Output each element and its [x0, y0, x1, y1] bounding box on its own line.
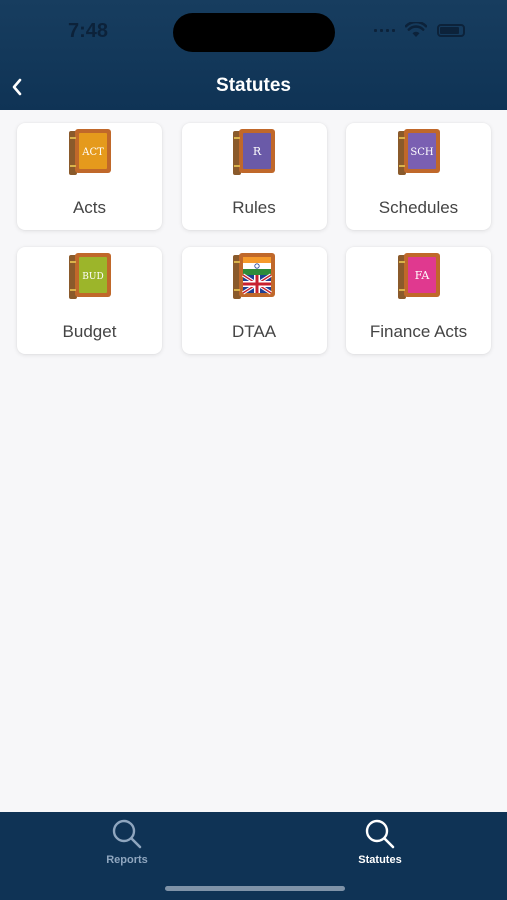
- battery-icon: [437, 23, 465, 37]
- search-icon: [112, 819, 142, 849]
- book-text: BUD: [82, 272, 103, 282]
- tile-label: DTAA: [231, 322, 277, 341]
- tile-rules[interactable]: R Rules: [181, 123, 327, 230]
- book-text: ACT: [81, 147, 104, 158]
- statutes-grid: ACT Acts R Rules SCH Schedules BUD Budge…: [17, 123, 491, 354]
- book-rules-icon: R: [233, 129, 275, 175]
- tile-label: Schedules: [378, 198, 459, 217]
- tab-reports[interactable]: Reports: [82, 818, 172, 870]
- tile-budget[interactable]: BUD Budget: [17, 247, 162, 354]
- cellular-signal-icon: [374, 28, 395, 32]
- status-time: 7:48: [68, 20, 109, 42]
- tile-label: Finance Acts: [369, 322, 468, 341]
- page-title: Statutes: [216, 75, 291, 96]
- bottom-tab-bar: Reports Statutes: [0, 812, 507, 900]
- tile-dtaa[interactable]: DTAA: [181, 247, 327, 354]
- status-icons: [374, 22, 465, 38]
- book-act-icon: ACT: [68, 129, 111, 175]
- tile-label: Budget: [62, 322, 117, 341]
- tile-label: Rules: [232, 198, 276, 217]
- home-indicator[interactable]: [165, 886, 345, 891]
- book-text: SCH: [410, 147, 434, 158]
- tab-label: Reports: [106, 854, 148, 866]
- search-icon: [365, 819, 395, 849]
- tab-label: Statutes: [358, 854, 402, 866]
- app-header: 7:48 Statutes: [0, 0, 507, 110]
- book-budget-icon: BUD: [68, 253, 111, 299]
- tile-finance-acts[interactable]: FA Finance Acts: [346, 247, 491, 354]
- book-schedules-icon: SCH: [397, 129, 440, 175]
- book-finance-acts-icon: FA: [397, 253, 440, 299]
- tile-schedules[interactable]: SCH Schedules: [346, 123, 491, 230]
- tile-label: Acts: [72, 198, 107, 217]
- book-text: FA: [414, 269, 430, 282]
- tab-statutes[interactable]: Statutes: [335, 818, 425, 870]
- dynamic-island: [173, 13, 335, 52]
- tile-acts[interactable]: ACT Acts: [17, 123, 162, 230]
- wifi-icon: [405, 22, 427, 37]
- book-text: R: [253, 145, 262, 158]
- book-dtaa-flags-icon: [233, 253, 275, 299]
